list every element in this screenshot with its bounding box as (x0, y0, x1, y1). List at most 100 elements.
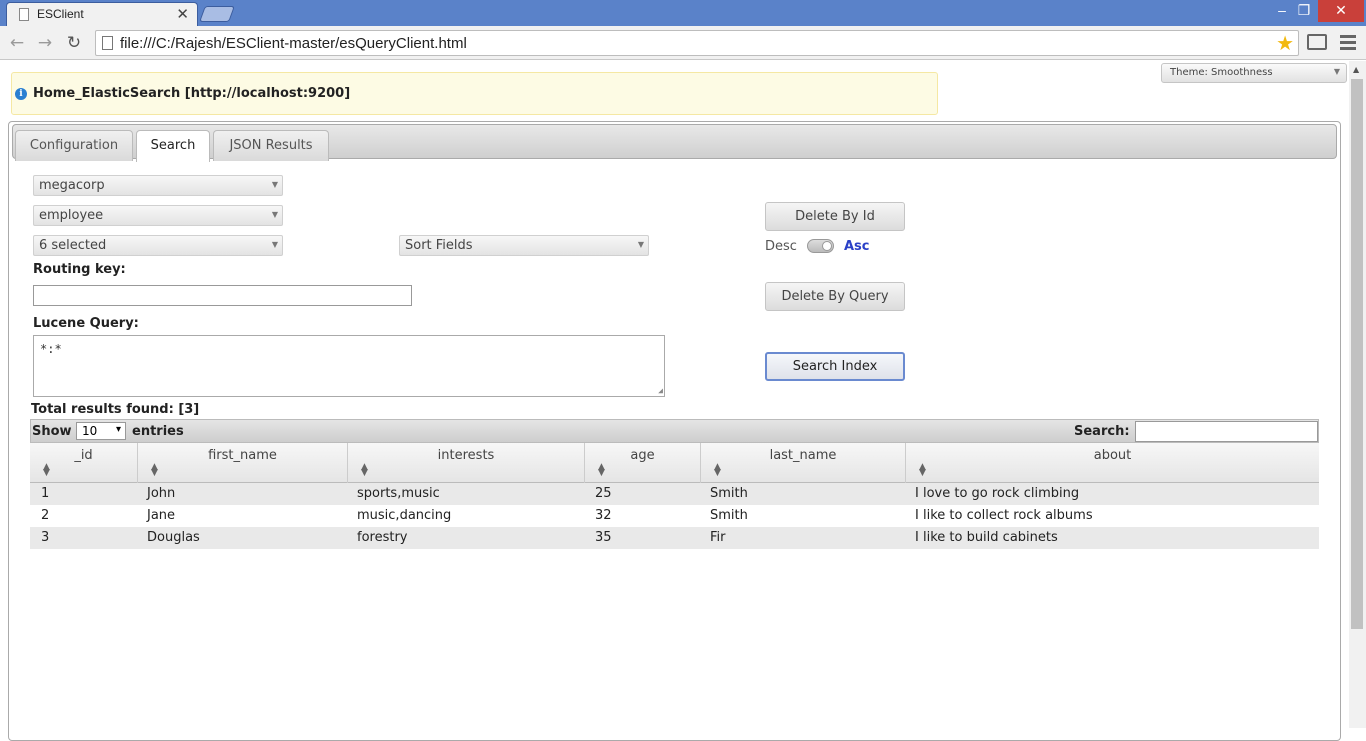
column-title: age (630, 448, 655, 463)
page-length-select[interactable]: 10 ▾ (76, 422, 126, 440)
tab-configuration[interactable]: Configuration (15, 130, 133, 161)
column-header-first-name[interactable]: first_name ▲ ▼ (137, 443, 347, 483)
scroll-up-icon[interactable]: ▲ (1353, 65, 1359, 74)
cell-about: I like to collect rock albums (915, 508, 1093, 523)
table-header: _id ▲ ▼ first_name ▲ ▼ interests ▲ ▼ age ▲ ▼… (30, 443, 1319, 483)
sort-icon: ▲ ▼ (919, 462, 926, 478)
column-title: _id (74, 448, 93, 463)
chevron-down-icon: ▼ (271, 180, 278, 189)
cell-age: 25 (595, 486, 612, 501)
sort-icon: ▲ ▼ (43, 462, 50, 478)
cell-last-name: Smith (710, 486, 748, 501)
cell-first-name: Jane (147, 508, 176, 523)
column-header-id[interactable]: _id ▲ ▼ (30, 443, 137, 483)
column-title: interests (437, 448, 495, 463)
page-length-value: 10 (82, 424, 98, 438)
connection-text: Home_ElasticSearch [http://localhost:920… (33, 86, 351, 101)
cell-interests: music,dancing (357, 508, 452, 523)
chevron-down-icon: ▼ (637, 240, 644, 249)
desc-label: Desc (765, 239, 797, 254)
type-select[interactable]: employee ▼ (33, 205, 283, 226)
toggle-knob (822, 241, 832, 251)
cell-interests: forestry (357, 530, 408, 545)
cell-about: I love to go rock climbing (915, 486, 1080, 501)
total-results-label: Total results found: [3] (31, 402, 200, 417)
show-label: Show (32, 424, 72, 439)
sort-fields-select[interactable]: Sort Fields ▼ (399, 235, 649, 256)
lucene-query-input[interactable]: *:* ◢ (33, 335, 665, 397)
browser-titlebar: ESClient ✕ – ❐ ✕ (0, 0, 1366, 26)
close-tab-icon[interactable]: ✕ (176, 5, 189, 23)
chevron-down-icon: ▼ (1333, 67, 1340, 76)
tab-title: ESClient (37, 7, 84, 21)
resize-handle-icon[interactable]: ◢ (658, 386, 663, 395)
tabs-header: Configuration Search JSON Results (12, 124, 1337, 162)
cell-id: 2 (41, 508, 50, 523)
scrollbar-thumb[interactable] (1351, 79, 1363, 629)
page-icon (19, 8, 29, 21)
cell-id: 3 (41, 530, 50, 545)
column-header-interests[interactable]: interests ▲ ▼ (347, 443, 584, 483)
menu-icon[interactable] (1340, 35, 1356, 53)
reload-icon[interactable]: ↻ (63, 32, 85, 54)
theme-select[interactable]: Theme: Smoothness ▼ (1161, 63, 1347, 83)
sort-fields-value: Sort Fields (405, 238, 473, 253)
table-row[interactable]: 2 Jane music,dancing 32 Smith I like to … (30, 505, 1319, 527)
browser-tab[interactable]: ESClient ✕ (6, 2, 198, 26)
close-window-icon[interactable]: ✕ (1318, 0, 1364, 22)
url-text[interactable]: file:///C:/Rajesh/ESClient-master/esQuer… (120, 35, 467, 52)
delete-by-id-button[interactable]: Delete By Id (765, 202, 905, 231)
column-header-last-name[interactable]: last_name ▲ ▼ (700, 443, 905, 483)
fields-select-value: 6 selected (39, 238, 107, 253)
search-index-button[interactable]: Search Index (765, 352, 905, 381)
table-row[interactable]: 1 John sports,music 25 Smith I love to g… (30, 483, 1319, 505)
table-search-input[interactable] (1135, 421, 1318, 442)
entries-label: entries (132, 424, 184, 439)
sort-icon: ▲ ▼ (598, 462, 605, 478)
lucene-query-label: Lucene Query: (33, 316, 139, 331)
cell-last-name: Fir (710, 530, 726, 545)
index-select-value: megacorp (39, 178, 105, 193)
sort-icon: ▲ ▼ (714, 462, 721, 478)
page-content: Theme: Smoothness ▼ i Home_ElasticSearch… (0, 61, 1366, 741)
back-icon[interactable]: ← (6, 32, 28, 54)
routing-key-label: Routing key: (33, 262, 126, 277)
column-title: last_name (769, 448, 837, 463)
new-tab-button[interactable] (199, 6, 235, 22)
table-row[interactable]: 3 Douglas forestry 35 Fir I like to buil… (30, 527, 1319, 549)
cell-first-name: Douglas (147, 530, 200, 545)
theme-select-label: Theme: Smoothness (1170, 67, 1273, 78)
cell-interests: sports,music (357, 486, 440, 501)
info-icon: i (15, 88, 27, 100)
asc-label: Asc (844, 239, 870, 254)
cell-age: 32 (595, 508, 612, 523)
cell-age: 35 (595, 530, 612, 545)
cast-icon[interactable] (1307, 34, 1327, 50)
page-scrollbar[interactable]: ▲ (1349, 61, 1366, 728)
table-search-label: Search: (1074, 424, 1130, 439)
index-select[interactable]: megacorp ▼ (33, 175, 283, 196)
chevron-down-icon: ▾ (115, 424, 121, 435)
tab-json-results[interactable]: JSON Results (213, 130, 329, 161)
column-header-about[interactable]: about ▲ ▼ (905, 443, 1319, 483)
routing-key-input[interactable] (33, 285, 412, 306)
browser-toolbar: ← → ↻ file:///C:/Rajesh/ESClient-master/… (0, 26, 1366, 60)
cell-about: I like to build cabinets (915, 530, 1058, 545)
fields-select[interactable]: 6 selected ▼ (33, 235, 283, 256)
lucene-query-value: *:* (40, 342, 62, 356)
tab-search[interactable]: Search (136, 130, 210, 162)
sort-order-toggle[interactable] (807, 239, 834, 253)
chevron-down-icon: ▼ (271, 210, 278, 219)
chevron-down-icon: ▼ (271, 240, 278, 249)
restore-icon[interactable]: ❐ (1290, 0, 1318, 22)
bookmark-star-icon[interactable]: ★ (1276, 31, 1294, 55)
address-bar[interactable]: file:///C:/Rajesh/ESClient-master/esQuer… (95, 30, 1299, 56)
sort-icon: ▲ ▼ (361, 462, 368, 478)
column-header-age[interactable]: age ▲ ▼ (584, 443, 700, 483)
delete-by-query-button[interactable]: Delete By Query (765, 282, 905, 311)
cell-last-name: Smith (710, 508, 748, 523)
cell-first-name: John (147, 486, 176, 501)
forward-icon[interactable]: → (34, 32, 56, 54)
sort-icon: ▲ ▼ (151, 462, 158, 478)
column-title: about (1093, 448, 1132, 463)
